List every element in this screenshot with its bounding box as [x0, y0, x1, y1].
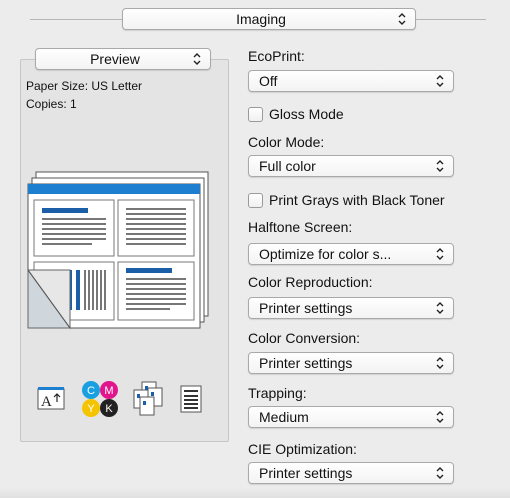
color-reproduction-value: Printer settings [259, 300, 353, 316]
color-mode-value: Full color [259, 158, 316, 174]
gloss-mode-checkbox[interactable] [248, 107, 263, 122]
popup-arrows-icon [436, 410, 444, 424]
header-separator-left [30, 19, 122, 20]
collate-pages-icon [133, 381, 163, 416]
popup-arrows-icon [436, 247, 444, 261]
cmyk-letter-c: C [87, 385, 95, 397]
gloss-mode-label: Gloss Mode [269, 106, 344, 122]
trapping-popup[interactable]: Medium [248, 406, 454, 428]
print-grays-label: Print Grays with Black Toner [269, 192, 445, 208]
popup-arrows-icon [436, 301, 444, 315]
popup-arrows-icon [193, 52, 201, 66]
halftone-screen-popup[interactable]: Optimize for color s... [248, 243, 454, 265]
ecoprint-popup[interactable]: Off [248, 70, 454, 92]
color-conversion-value: Printer settings [259, 355, 353, 371]
text-icon-letter: A [41, 394, 52, 410]
print-grays-checkbox-row[interactable]: Print Grays with Black Toner [248, 192, 498, 210]
cie-optimization-label: CIE Optimization: [248, 441, 357, 457]
gloss-mode-checkbox-row[interactable]: Gloss Mode [248, 106, 448, 124]
document-icon [180, 385, 202, 413]
copies-text: Copies: 1 [26, 97, 77, 111]
halftone-screen-label: Halftone Screen: [248, 219, 353, 235]
popup-arrows-icon [436, 159, 444, 173]
color-reproduction-label: Color Reproduction: [248, 274, 373, 290]
cmyk-letter-k: K [105, 403, 113, 415]
cmyk-letter-m: M [104, 385, 113, 397]
cmyk-letter-y: Y [87, 403, 95, 415]
halftone-screen-value: Optimize for color s... [259, 246, 392, 262]
color-conversion-popup[interactable]: Printer settings [248, 352, 454, 374]
cie-optimization-value: Printer settings [259, 465, 353, 481]
cmyk-color-icon: C M Y K [82, 381, 118, 417]
preview-menu-label: Preview [90, 51, 140, 67]
ecoprint-value: Off [259, 73, 278, 89]
popup-arrows-icon [436, 74, 444, 88]
color-reproduction-popup[interactable]: Printer settings [248, 297, 454, 319]
preview-menu-popup[interactable]: Preview [35, 48, 211, 70]
popup-arrows-icon [436, 466, 444, 480]
color-mode-label: Color Mode: [248, 134, 325, 150]
color-mode-popup[interactable]: Full color [248, 155, 454, 177]
trapping-value: Medium [259, 409, 309, 425]
bottom-edge [0, 488, 510, 498]
header-separator-right [416, 19, 486, 20]
trapping-label: Trapping: [248, 385, 307, 401]
color-conversion-label: Color Conversion: [248, 330, 361, 346]
panel-menu-label: Imaging [236, 11, 286, 27]
ecoprint-label: EcoPrint: [248, 48, 305, 64]
panel-menu-popup[interactable]: Imaging [122, 8, 416, 30]
popup-arrows-icon [436, 356, 444, 370]
popup-arrows-icon [398, 12, 406, 26]
text-orientation-icon: A [37, 387, 65, 410]
page-preview-image [27, 171, 209, 330]
cie-optimization-popup[interactable]: Printer settings [248, 462, 454, 484]
paper-size-text: Paper Size: US Letter [26, 79, 143, 93]
print-grays-checkbox[interactable] [248, 193, 263, 208]
